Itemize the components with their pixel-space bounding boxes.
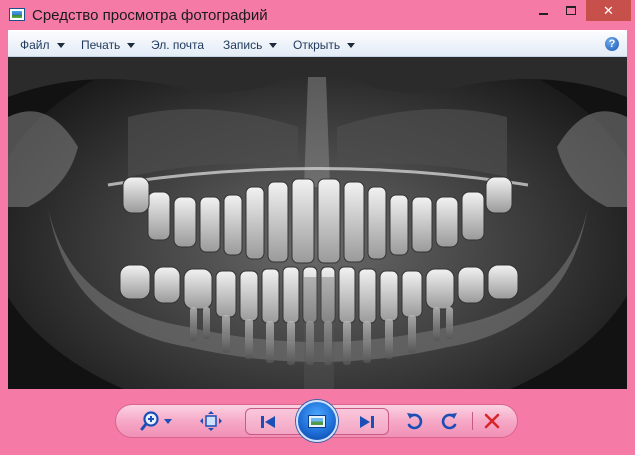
chevron-down-icon	[127, 42, 136, 48]
menu-email-label: Эл. почта	[151, 38, 205, 52]
close-button[interactable]: ✕	[586, 0, 631, 21]
menu-print[interactable]: Печать	[81, 38, 136, 52]
xray-image	[8, 57, 627, 389]
menu-email[interactable]: Эл. почта	[151, 38, 204, 52]
app-icon	[9, 8, 25, 21]
menu-bar: Файл Печать Эл. почта Запись Открыть ?	[8, 30, 627, 57]
minimize-button[interactable]	[530, 0, 557, 21]
rotate-left-icon	[407, 413, 423, 430]
previous-icon	[261, 416, 275, 428]
slideshow-icon	[308, 414, 326, 428]
menu-file-label: Файл	[20, 38, 50, 52]
chevron-down-icon	[269, 42, 278, 48]
menu-burn-label: Запись	[223, 38, 263, 52]
chevron-down-icon	[347, 42, 356, 48]
chevron-down-icon	[56, 42, 65, 48]
zoom-in-icon	[140, 411, 172, 431]
close-icon: ✕	[603, 2, 614, 18]
minimize-icon	[539, 12, 548, 15]
menu-open-label: Открыть	[293, 38, 341, 52]
delete-icon	[484, 413, 500, 429]
next-icon	[360, 416, 374, 428]
next-button[interactable]	[351, 411, 383, 433]
rotate-counterclockwise-button[interactable]	[404, 410, 426, 432]
actual-size-button[interactable]	[198, 410, 224, 432]
zoom-button[interactable]	[140, 410, 176, 432]
toolbar-separator	[472, 412, 473, 430]
maximize-icon	[565, 6, 576, 15]
rotate-clockwise-button[interactable]	[438, 410, 460, 432]
menu-file[interactable]: Файл	[20, 38, 65, 52]
menu-burn[interactable]: Запись	[223, 38, 278, 52]
maximize-button[interactable]	[557, 0, 584, 21]
window-title: Средство просмотра фотографий	[32, 7, 268, 24]
slideshow-button[interactable]	[296, 400, 338, 442]
photo-viewer-window: Средство просмотра фотографий ✕ Файл Печ…	[0, 0, 635, 455]
help-icon[interactable]: ?	[605, 37, 619, 51]
menu-print-label: Печать	[81, 38, 121, 52]
menu-open[interactable]: Открыть	[293, 38, 356, 52]
image-viewport[interactable]	[8, 57, 627, 389]
rotate-right-icon	[441, 413, 457, 430]
title-bar[interactable]: Средство просмотра фотографий ✕	[0, 0, 635, 30]
previous-button[interactable]	[252, 411, 284, 433]
fit-window-icon	[200, 411, 222, 431]
delete-button[interactable]	[481, 410, 503, 432]
